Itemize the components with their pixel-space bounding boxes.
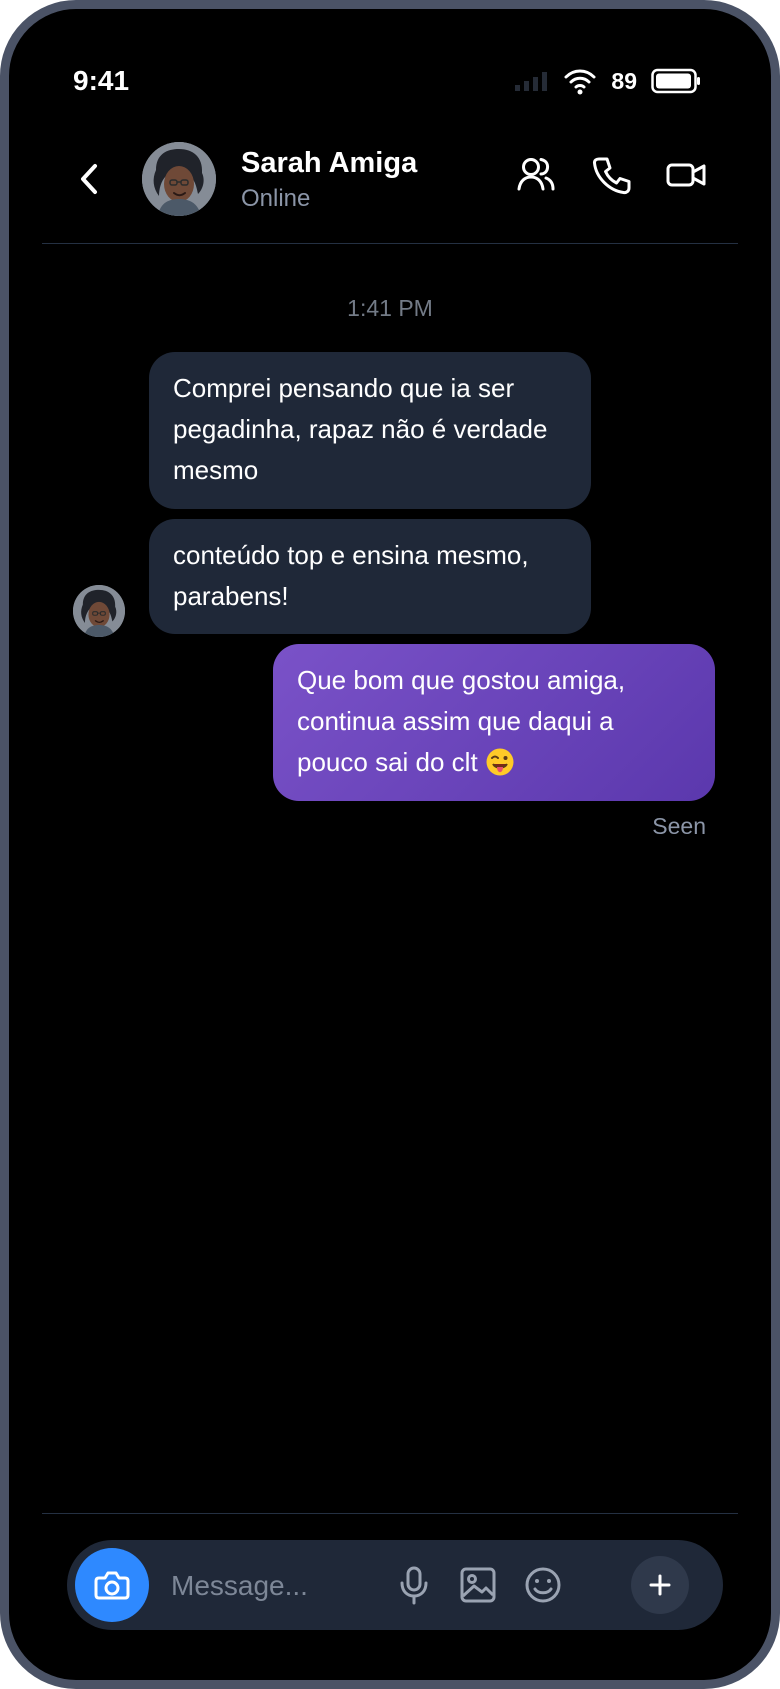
battery-level: 89 bbox=[611, 67, 637, 94]
phone-call-button[interactable] bbox=[587, 151, 635, 199]
microphone-button[interactable] bbox=[389, 1560, 439, 1610]
sender-avatar-image bbox=[73, 585, 125, 637]
camera-button[interactable] bbox=[75, 1548, 149, 1622]
status-icons: 89 bbox=[513, 67, 701, 95]
video-call-button[interactable] bbox=[662, 151, 710, 199]
incoming-message-bubble[interactable]: conteúdo top e ensina mesmo, parabens! bbox=[149, 519, 591, 634]
sender-avatar[interactable] bbox=[73, 585, 125, 637]
incoming-message-bubble[interactable]: Comprei pensando que ia ser pegadinha, r… bbox=[149, 352, 591, 509]
image-icon bbox=[460, 1567, 496, 1603]
plus-icon bbox=[649, 1574, 671, 1596]
message-composer bbox=[67, 1540, 723, 1630]
people-icon bbox=[517, 158, 555, 191]
contact-avatar-image bbox=[142, 142, 216, 216]
phone-icon bbox=[592, 157, 631, 195]
message-input[interactable] bbox=[169, 1562, 383, 1610]
video-icon bbox=[666, 163, 706, 187]
emoji-button[interactable] bbox=[518, 1560, 568, 1610]
wifi-icon bbox=[564, 69, 596, 95]
people-button[interactable] bbox=[512, 151, 560, 199]
contact-name: Sarah Amiga bbox=[241, 147, 418, 179]
status-bar: 9:41 89 bbox=[9, 9, 771, 129]
message-text: Comprei pensando que ia ser pegadinha, r… bbox=[173, 373, 548, 485]
back-button[interactable] bbox=[72, 157, 106, 201]
message-time-label: 1:41 PM bbox=[347, 295, 433, 321]
message-text: conteúdo top e ensina mesmo, parabens! bbox=[173, 540, 529, 611]
image-button[interactable] bbox=[453, 1560, 503, 1610]
status-time: 9:41 bbox=[73, 65, 130, 96]
message-text: Que bom que gostou amiga, continua assim… bbox=[297, 665, 626, 777]
phone-frame: 9:41 89 Sarah Amiga Online 1:41 PM Compr… bbox=[0, 0, 780, 1689]
chat-header: Sarah Amiga Online bbox=[42, 127, 738, 244]
contact-avatar[interactable] bbox=[142, 142, 216, 216]
add-attachment-button[interactable] bbox=[631, 1556, 689, 1614]
emoji-icon bbox=[525, 1567, 561, 1603]
back-icon bbox=[81, 164, 97, 194]
signal-icon bbox=[515, 72, 548, 91]
camera-icon bbox=[94, 1571, 130, 1600]
winking-face-with-tongue-icon bbox=[486, 748, 514, 776]
composer-divider bbox=[42, 1513, 738, 1514]
microphone-icon bbox=[400, 1566, 428, 1605]
seen-status: Seen bbox=[652, 813, 706, 839]
contact-status: Online bbox=[241, 185, 311, 212]
battery-icon bbox=[651, 68, 700, 94]
outgoing-message-bubble[interactable]: Que bom que gostou amiga, continua assim… bbox=[273, 644, 715, 801]
